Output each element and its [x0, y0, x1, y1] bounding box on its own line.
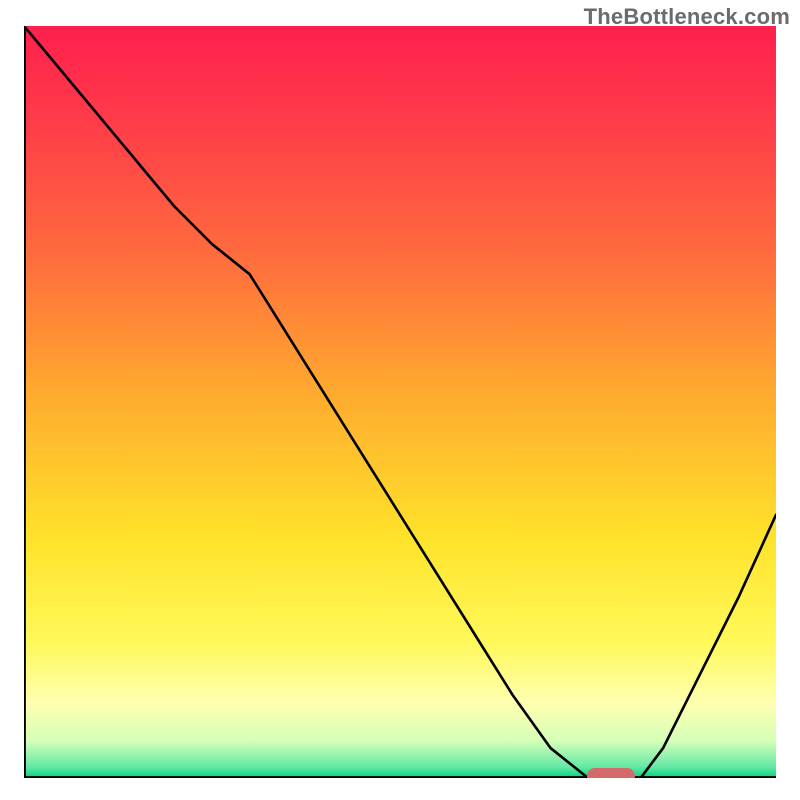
plot-area	[24, 26, 776, 778]
watermark-text: TheBottleneck.com	[584, 4, 790, 30]
chart-container: TheBottleneck.com	[0, 0, 800, 800]
optimal-marker	[587, 768, 635, 778]
background-gradient	[24, 26, 776, 778]
